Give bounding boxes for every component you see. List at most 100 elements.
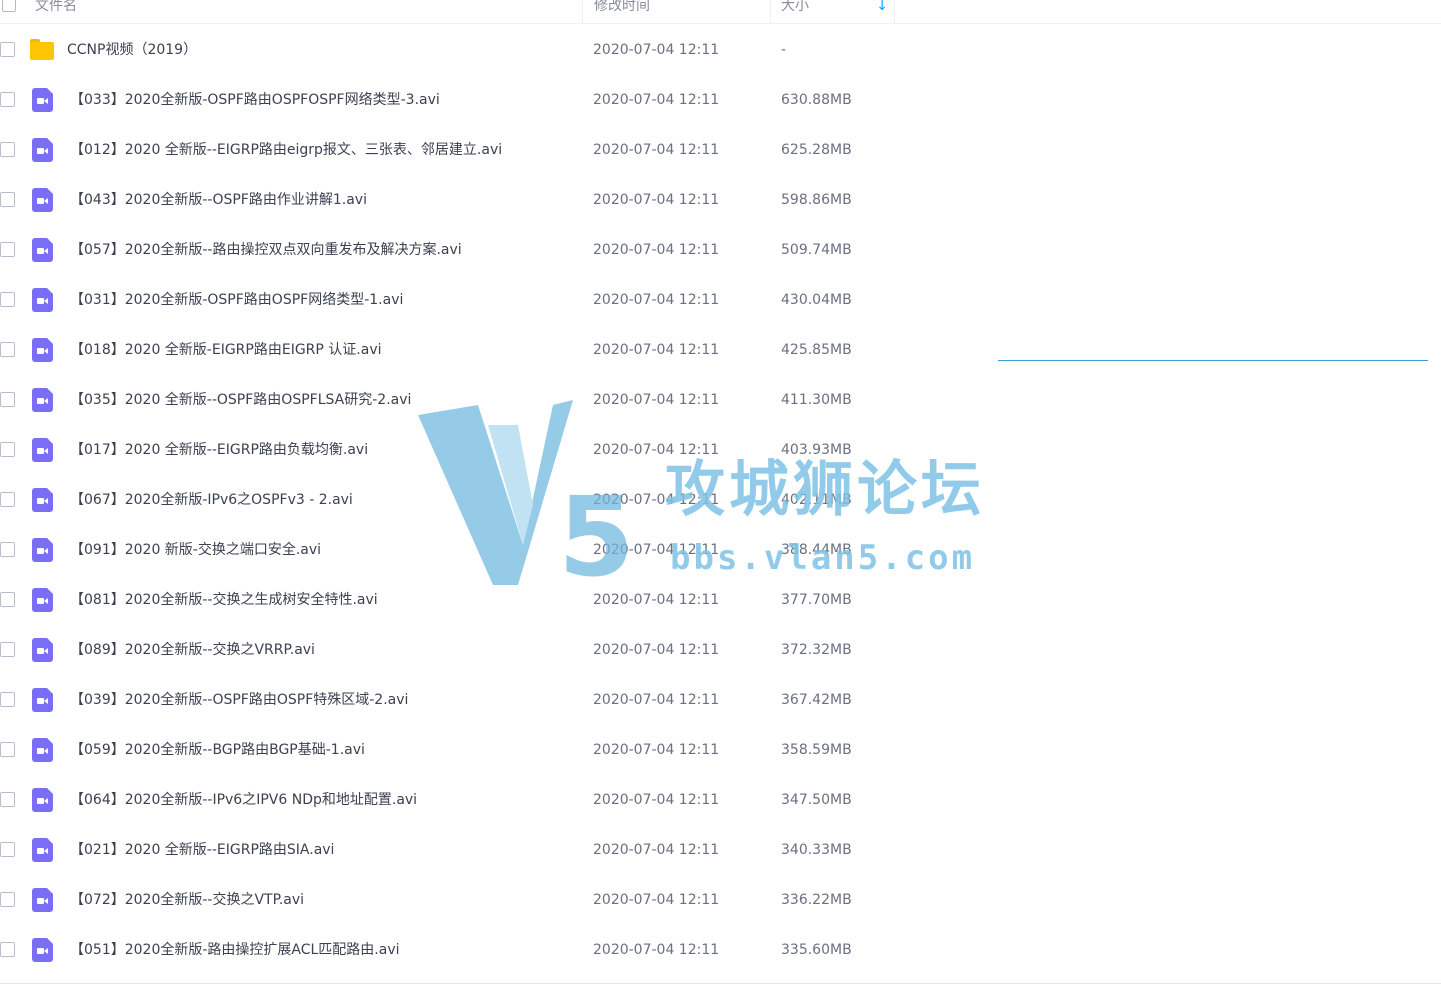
row-checkbox[interactable]: [0, 542, 15, 557]
file-row[interactable]: 【033】2020全新版-OSPF路由OSPFOSPF网络类型-3.avi 202…: [0, 75, 1441, 125]
row-checkbox[interactable]: [0, 192, 15, 207]
video-file-icon: [30, 338, 54, 362]
file-name[interactable]: 【033】2020全新版-OSPF路由OSPFOSPF网络类型-3.avi: [70, 75, 440, 125]
row-checkbox[interactable]: [0, 92, 15, 107]
row-checkbox[interactable]: [0, 242, 15, 257]
row-checkbox[interactable]: [0, 792, 15, 807]
video-file-icon: [30, 838, 54, 862]
file-size: 630.88MB: [781, 92, 852, 108]
file-modified-time: 2020-07-04 12:11: [593, 742, 720, 758]
file-size: 377.70MB: [781, 592, 852, 608]
file-size: 372.32MB: [781, 642, 852, 658]
file-name[interactable]: 【064】2020全新版--IPv6之IPV6 NDp和地址配置.avi: [70, 775, 417, 825]
file-size: 340.33MB: [781, 842, 852, 858]
file-name[interactable]: 【072】2020全新版--交换之VTP.avi: [70, 875, 304, 925]
row-checkbox[interactable]: [0, 642, 15, 657]
file-modified-time: 2020-07-04 12:11: [593, 792, 720, 808]
file-name[interactable]: 【018】2020 全新版-EIGRP路由EIGRP 认证.avi: [70, 325, 382, 375]
video-file-icon: [30, 588, 54, 612]
video-file-icon: [30, 488, 54, 512]
file-row[interactable]: 【051】2020全新版-路由操控扩展ACL匹配路由.avi 2020-07-04…: [0, 925, 1441, 975]
row-checkbox[interactable]: [0, 742, 15, 757]
file-row[interactable]: 【021】2020 全新版--EIGRP路由SIA.avi 2020-07-04 …: [0, 825, 1441, 875]
file-row[interactable]: 【043】2020全新版--OSPF路由作业讲解1.avi 2020-07-04 …: [0, 175, 1441, 225]
video-file-icon: [30, 888, 54, 912]
folder-icon: [30, 38, 54, 62]
file-name[interactable]: 【067】2020全新版-IPv6之OSPFv3 - 2.avi: [70, 475, 353, 525]
column-header-modified-time[interactable]: 修改时间: [582, 0, 770, 24]
row-checkbox[interactable]: [0, 492, 15, 507]
row-checkbox[interactable]: [0, 692, 15, 707]
file-row[interactable]: 【018】2020 全新版-EIGRP路由EIGRP 认证.avi 2020-07…: [0, 325, 1441, 375]
row-checkbox[interactable]: [0, 392, 15, 407]
file-name[interactable]: 【031】2020全新版-OSPF路由OSPF网络类型-1.avi: [70, 275, 403, 325]
file-size: 411.30MB: [781, 392, 852, 408]
select-all-checkbox[interactable]: [2, 0, 16, 12]
file-modified-time: 2020-07-04 12:11: [593, 942, 720, 958]
video-file-icon: [30, 88, 54, 112]
file-name[interactable]: 【051】2020全新版-路由操控扩展ACL匹配路由.avi: [70, 925, 400, 975]
file-row[interactable]: 【012】2020 全新版--EIGRP路由eigrp报文、三张表、邻居建立.a…: [0, 125, 1441, 175]
column-header-size[interactable]: 大小 ↓: [770, 0, 895, 24]
file-size: 430.04MB: [781, 292, 852, 308]
watermark-title: 攻城狮论坛: [665, 455, 985, 525]
file-modified-time: 2020-07-04 12:11: [593, 242, 720, 258]
file-modified-time: 2020-07-04 12:11: [593, 342, 720, 358]
file-row[interactable]: 【057】2020全新版--路由操控双点双向重发布及解决方案.avi 2020-0…: [0, 225, 1441, 275]
file-modified-time: 2020-07-04 12:11: [593, 892, 720, 908]
file-modified-time: 2020-07-04 12:11: [593, 192, 720, 208]
file-row[interactable]: 【031】2020全新版-OSPF路由OSPF网络类型-1.avi 2020-07…: [0, 275, 1441, 325]
video-file-icon: [30, 788, 54, 812]
file-row[interactable]: 【089】2020全新版--交换之VRRP.avi 2020-07-04 12:1…: [0, 625, 1441, 675]
row-checkbox[interactable]: [0, 42, 15, 57]
column-header-modified-time-label: 修改时间: [594, 0, 650, 14]
file-name[interactable]: 【089】2020全新版--交换之VRRP.avi: [70, 625, 315, 675]
row-checkbox[interactable]: [0, 142, 15, 157]
row-checkbox[interactable]: [0, 342, 15, 357]
file-name[interactable]: 【081】2020全新版--交换之生成树安全特性.avi: [70, 575, 378, 625]
column-header-size-label: 大小: [781, 0, 809, 14]
row-checkbox[interactable]: [0, 442, 15, 457]
file-name[interactable]: 【021】2020 全新版--EIGRP路由SIA.avi: [70, 825, 334, 875]
video-file-icon: [30, 188, 54, 212]
file-row[interactable]: 【081】2020全新版--交换之生成树安全特性.avi 2020-07-04 1…: [0, 575, 1441, 625]
row-checkbox[interactable]: [0, 892, 15, 907]
column-header-name[interactable]: 文件名: [35, 0, 581, 24]
file-name[interactable]: 【059】2020全新版--BGP路由BGP基础-1.avi: [70, 725, 365, 775]
row-checkbox[interactable]: [0, 942, 15, 957]
file-modified-time: 2020-07-04 12:11: [593, 392, 720, 408]
file-row[interactable]: 【072】2020全新版--交换之VTP.avi 2020-07-04 12:11…: [0, 875, 1441, 925]
file-size: 509.74MB: [781, 242, 852, 258]
file-size: -: [781, 42, 787, 58]
file-name[interactable]: 【012】2020 全新版--EIGRP路由eigrp报文、三张表、邻居建立.a…: [70, 125, 502, 175]
file-name[interactable]: 【091】2020 新版-交换之端口安全.avi: [70, 525, 321, 575]
file-row[interactable]: 【035】2020 全新版--OSPF路由OSPFLSA研究-2.avi 2020…: [0, 375, 1441, 425]
file-modified-time: 2020-07-04 12:11: [593, 42, 720, 58]
video-file-icon: [30, 438, 54, 462]
video-file-icon: [30, 138, 54, 162]
file-list-page: 文件名 修改时间 大小 ↓ CCNP视频（2019） 2020-07-04 12:…: [0, 0, 1441, 987]
file-row[interactable]: 【059】2020全新版--BGP路由BGP基础-1.avi 2020-07-04…: [0, 725, 1441, 775]
file-name[interactable]: 【017】2020 全新版--EIGRP路由负载均衡.avi: [70, 425, 368, 475]
file-modified-time: 2020-07-04 12:11: [593, 592, 720, 608]
file-name[interactable]: 【043】2020全新版--OSPF路由作业讲解1.avi: [70, 175, 367, 225]
row-checkbox[interactable]: [0, 592, 15, 607]
file-name[interactable]: CCNP视频（2019）: [67, 25, 197, 75]
row-checkbox[interactable]: [0, 842, 15, 857]
row-checkbox[interactable]: [0, 292, 15, 307]
file-size: 336.22MB: [781, 892, 852, 908]
file-row[interactable]: 【039】2020全新版--OSPF路由OSPF特殊区域-2.avi 2020-0…: [0, 675, 1441, 725]
file-name[interactable]: 【035】2020 全新版--OSPF路由OSPFLSA研究-2.avi: [70, 375, 411, 425]
video-file-icon: [30, 738, 54, 762]
file-name[interactable]: 【057】2020全新版--路由操控双点双向重发布及解决方案.avi: [70, 225, 462, 275]
file-modified-time: 2020-07-04 12:11: [593, 92, 720, 108]
file-name[interactable]: 【039】2020全新版--OSPF路由OSPF特殊区域-2.avi: [70, 675, 408, 725]
file-size: 425.85MB: [781, 342, 852, 358]
folder-row[interactable]: CCNP视频（2019） 2020-07-04 12:11 -: [0, 25, 1441, 75]
video-file-icon: [30, 388, 54, 412]
file-size: 347.50MB: [781, 792, 852, 808]
video-file-icon: [30, 288, 54, 312]
file-row[interactable]: 【064】2020全新版--IPv6之IPV6 NDp和地址配置.avi 2020…: [0, 775, 1441, 825]
file-modified-time: 2020-07-04 12:11: [593, 692, 720, 708]
arrow-down-icon[interactable]: ↓: [876, 0, 888, 24]
